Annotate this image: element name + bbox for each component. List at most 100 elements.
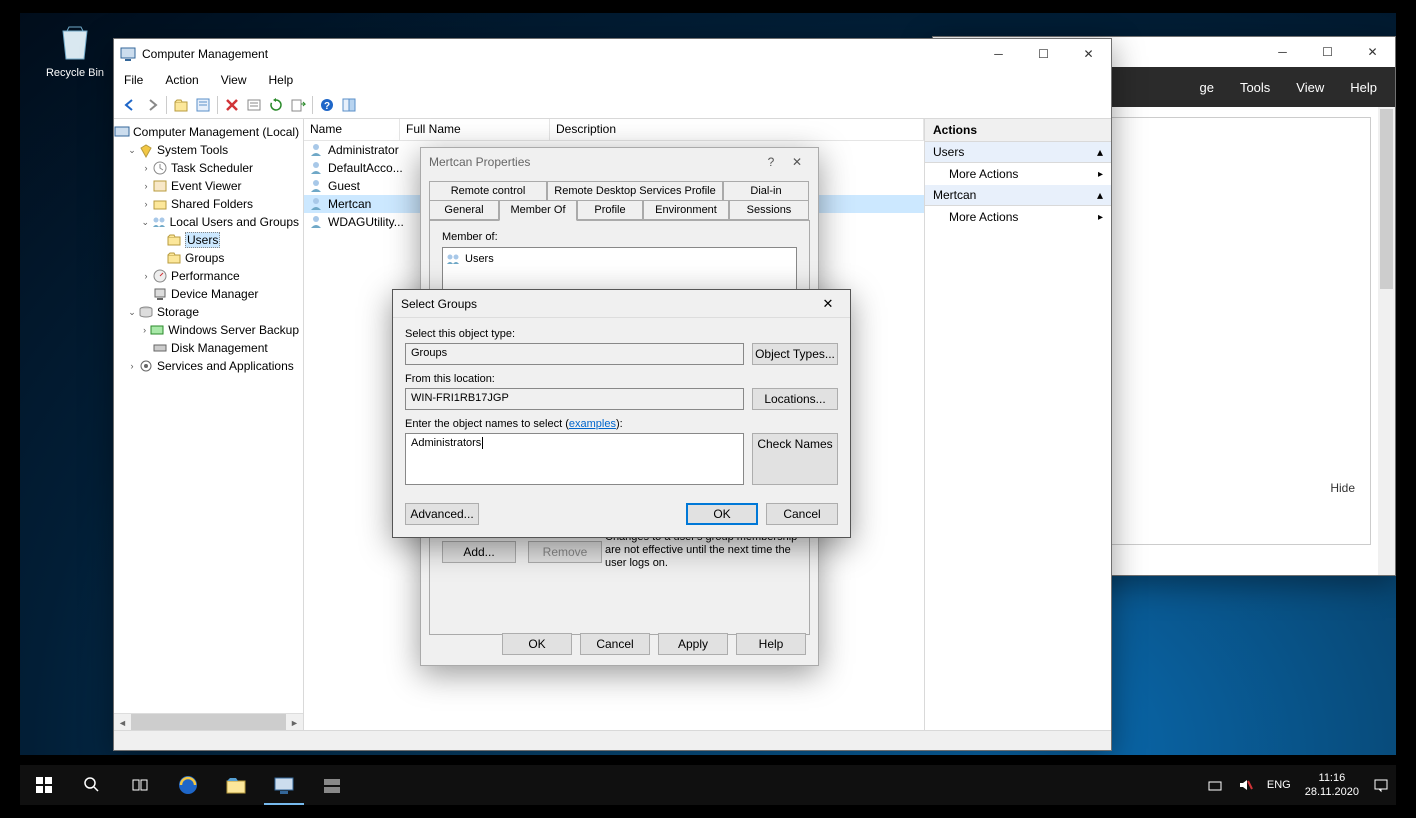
close-button[interactable]: ✕: [814, 296, 842, 312]
tray-volume-icon[interactable]: [1230, 765, 1260, 805]
tree-performance[interactable]: ›Performance: [114, 267, 303, 285]
tree-local-users-groups[interactable]: ⌄Local Users and Groups: [114, 213, 303, 231]
menu-help[interactable]: Help: [1350, 80, 1377, 95]
help-button[interactable]: Help: [736, 633, 806, 655]
group-icon: [445, 251, 461, 267]
apply-button[interactable]: Apply: [658, 633, 728, 655]
ok-button[interactable]: OK: [686, 503, 758, 525]
export-icon[interactable]: [288, 95, 308, 115]
tree-disk-management[interactable]: Disk Management: [114, 339, 303, 357]
taskbar-compmgmt[interactable]: [260, 765, 308, 805]
tree-groups[interactable]: Groups: [114, 249, 303, 267]
recycle-bin-label: Recycle Bin: [45, 67, 105, 79]
svg-text:?: ?: [324, 101, 330, 112]
taskbar-ie[interactable]: [164, 765, 212, 805]
tree-event-viewer[interactable]: ›Event Viewer: [114, 177, 303, 195]
object-names-input[interactable]: Administrators: [405, 433, 744, 485]
tab-rdsp[interactable]: Remote Desktop Services Profile: [547, 181, 723, 200]
tree-pane[interactable]: Computer Management (Local) ⌄System Tool…: [114, 119, 304, 730]
delete-icon[interactable]: [222, 95, 242, 115]
actions-header: Actions: [925, 119, 1111, 142]
recycle-bin[interactable]: Recycle Bin: [45, 23, 105, 79]
actions-more-users[interactable]: More Actions▸: [925, 163, 1111, 185]
menu-action[interactable]: Action: [161, 71, 202, 89]
dialog-title: Mertcan Properties: [429, 155, 530, 169]
properties-icon[interactable]: [193, 95, 213, 115]
scrollbar-vertical[interactable]: [1378, 107, 1395, 575]
up-icon[interactable]: [171, 95, 191, 115]
tab-remote-control[interactable]: Remote control: [429, 181, 547, 200]
tab-environment[interactable]: Environment: [643, 200, 729, 220]
object-types-button[interactable]: Object Types...: [752, 343, 838, 365]
menu-tools[interactable]: Tools: [1240, 80, 1270, 95]
search-button[interactable]: [68, 765, 116, 805]
check-names-button[interactable]: Check Names: [752, 433, 838, 485]
taskbar-explorer[interactable]: [212, 765, 260, 805]
col-full-name[interactable]: Full Name: [400, 119, 550, 140]
dialog-title: Select Groups: [401, 297, 477, 311]
tab-member-of[interactable]: Member Of: [499, 200, 577, 221]
col-description[interactable]: Description: [550, 119, 924, 140]
list-icon[interactable]: [244, 95, 264, 115]
actions-more-mertcan[interactable]: More Actions▸: [925, 206, 1111, 228]
actions-section-mertcan[interactable]: Mertcan▴: [925, 185, 1111, 206]
actions-section-users[interactable]: Users▴: [925, 142, 1111, 163]
tray-network-icon[interactable]: [1200, 765, 1230, 805]
recycle-bin-icon: [57, 23, 93, 63]
tree-users[interactable]: Users: [114, 231, 303, 249]
start-button[interactable]: [20, 765, 68, 805]
tray-clock[interactable]: 11:16 28.11.2020: [1298, 765, 1366, 805]
taskbar: ENG 11:16 28.11.2020: [20, 765, 1396, 805]
menu-ge[interactable]: ge: [1199, 80, 1213, 95]
maximize-button[interactable]: ☐: [1305, 38, 1350, 67]
task-view-button[interactable]: [116, 765, 164, 805]
col-name[interactable]: Name: [304, 119, 400, 140]
ok-button[interactable]: OK: [502, 633, 572, 655]
add-button[interactable]: Add...: [442, 541, 516, 563]
back-icon[interactable]: [120, 95, 140, 115]
hide-link[interactable]: Hide: [1330, 481, 1355, 495]
tab-profile[interactable]: Profile: [577, 200, 643, 220]
tray-language[interactable]: ENG: [1260, 765, 1298, 805]
close-button[interactable]: ✕: [1350, 38, 1395, 67]
tree-task-scheduler[interactable]: ›Task Scheduler: [114, 159, 303, 177]
cancel-button[interactable]: Cancel: [766, 503, 838, 525]
actions-pane: Actions Users▴ More Actions▸ Mertcan▴ Mo…: [925, 119, 1111, 730]
scrollbar-horizontal[interactable]: ◄►: [114, 713, 303, 730]
tab-dialin[interactable]: Dial-in: [723, 181, 809, 200]
tree-root[interactable]: Computer Management (Local): [114, 123, 303, 141]
minimize-button[interactable]: ─: [1260, 38, 1305, 67]
menu-file[interactable]: File: [120, 71, 147, 89]
locations-button[interactable]: Locations...: [752, 388, 838, 410]
tree-device-manager[interactable]: Device Manager: [114, 285, 303, 303]
advanced-button[interactable]: Advanced...: [405, 503, 479, 525]
tree-storage[interactable]: ⌄Storage: [114, 303, 303, 321]
close-button[interactable]: ✕: [784, 155, 810, 169]
refresh-icon[interactable]: [266, 95, 286, 115]
tree-windows-server-backup[interactable]: ›Windows Server Backup: [114, 321, 303, 339]
tab-general[interactable]: General: [429, 200, 499, 220]
tree-system-tools[interactable]: ⌄System Tools: [114, 141, 303, 159]
tray-notifications-icon[interactable]: [1366, 765, 1396, 805]
forward-icon[interactable]: [142, 95, 162, 115]
app-icon: [120, 46, 136, 62]
remove-button[interactable]: Remove: [528, 541, 602, 563]
menu-view[interactable]: View: [1296, 80, 1324, 95]
menu-view[interactable]: View: [217, 71, 251, 89]
cancel-button[interactable]: Cancel: [580, 633, 650, 655]
help-button[interactable]: ?: [758, 155, 784, 169]
minimize-button[interactable]: ─: [976, 39, 1021, 68]
member-row[interactable]: Users: [445, 250, 794, 267]
show-hide-icon[interactable]: [339, 95, 359, 115]
examples-link[interactable]: examples: [569, 418, 616, 430]
help-icon[interactable]: ?: [317, 95, 337, 115]
tree-services-apps[interactable]: ›Services and Applications: [114, 357, 303, 375]
menu-help[interactable]: Help: [265, 71, 298, 89]
taskbar-server-manager[interactable]: [308, 765, 356, 805]
object-type-label: Select this object type:: [405, 328, 838, 340]
tree-shared-folders[interactable]: ›Shared Folders: [114, 195, 303, 213]
location-label: From this location:: [405, 373, 838, 385]
tab-sessions[interactable]: Sessions: [729, 200, 809, 220]
maximize-button[interactable]: ☐: [1021, 39, 1066, 68]
close-button[interactable]: ✕: [1066, 39, 1111, 68]
